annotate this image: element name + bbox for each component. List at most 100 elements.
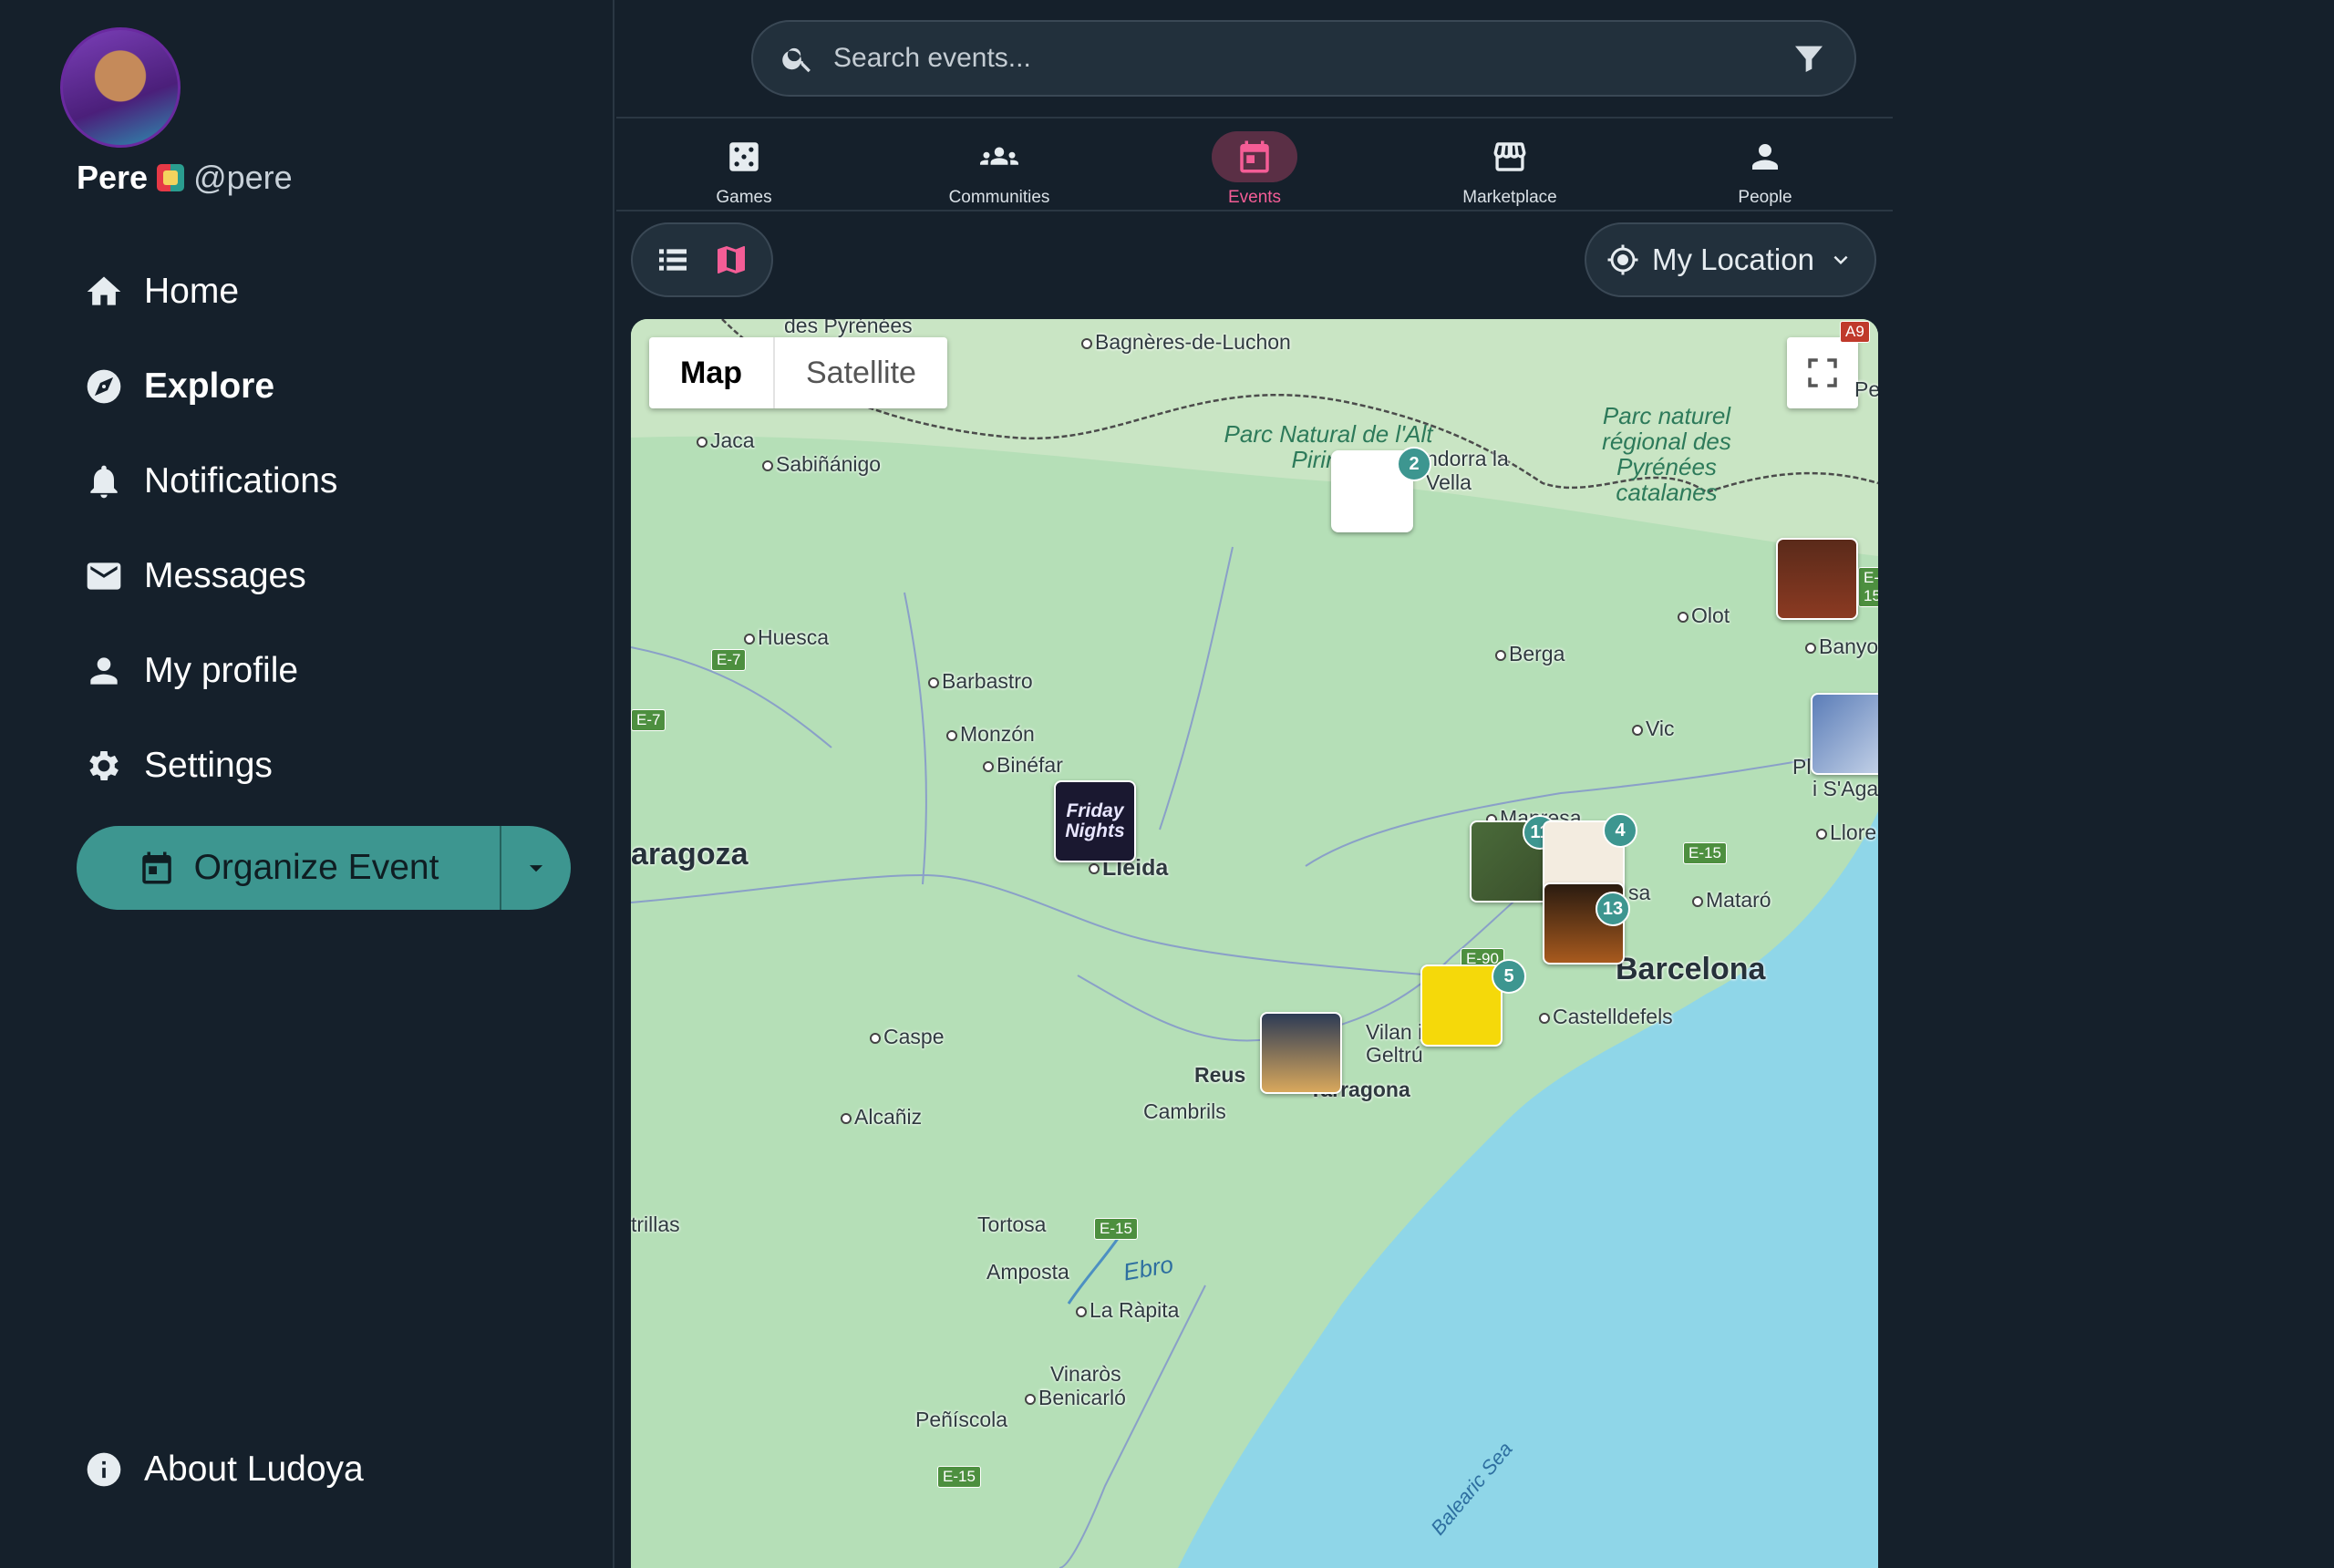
map-label: Binéfar [983, 753, 1063, 778]
sidebar-item-label: Explore [144, 366, 275, 406]
map-label: aragoza [631, 837, 749, 872]
search-bar [751, 20, 1856, 97]
profile-name: Pere [77, 159, 149, 196]
sidebar: Pere @pere Home Explore Notifications Me… [0, 0, 614, 1568]
fullscreen-icon [1808, 358, 1837, 387]
tab-games[interactable]: Games [653, 119, 835, 210]
map-label: Caspe [870, 1025, 944, 1049]
map-view-button[interactable] [706, 234, 757, 285]
map-label: Amposta [986, 1260, 1069, 1284]
map-label: Sabiñánigo [762, 452, 881, 477]
map-label: Jaca [697, 428, 755, 453]
location-select[interactable]: My Location [1585, 222, 1876, 297]
event-marker[interactable] [1776, 538, 1858, 620]
main-content: Games Communities Events Marketplace Peo… [616, 0, 1893, 1568]
map-label: Alcañiz [841, 1105, 922, 1130]
map-label: Monzón [946, 722, 1035, 747]
road-shield: E-15 [1683, 842, 1727, 864]
road-shield: E-15 [1094, 1218, 1138, 1240]
caret-down-icon [529, 865, 543, 872]
tab-label: Games [716, 188, 772, 207]
event-marker[interactable] [1811, 693, 1878, 775]
tab-communities[interactable]: Communities [908, 119, 1090, 210]
road-shield: E-15 [1858, 567, 1878, 607]
compass-icon [84, 366, 124, 407]
map-label: Barbastro [928, 669, 1033, 694]
map-label: Olot [1678, 603, 1730, 628]
cluster-count: 5 [1492, 959, 1526, 994]
tab-people[interactable]: People [1674, 119, 1856, 210]
filter-icon[interactable] [1791, 40, 1827, 77]
tab-marketplace[interactable]: Marketplace [1419, 119, 1601, 210]
cluster-count: 13 [1596, 892, 1630, 926]
flag-icon [157, 164, 185, 191]
sidebar-item-settings[interactable]: Settings [84, 718, 337, 813]
map-label: Mataró [1692, 888, 1771, 913]
sidebar-item-notifications[interactable]: Notifications [84, 434, 337, 529]
event-marker[interactable]: Friday Nights [1054, 780, 1136, 862]
avatar[interactable] [60, 27, 181, 148]
cluster-count: 2 [1397, 447, 1431, 481]
sidebar-item-my-profile[interactable]: My profile [84, 624, 337, 718]
map-type-map-button[interactable]: Map [649, 337, 775, 408]
organize-event-button[interactable]: Organize Event [77, 826, 500, 910]
group-icon [980, 147, 1018, 165]
sidebar-item-messages[interactable]: Messages [84, 529, 337, 624]
profile-handle: @pere [193, 159, 293, 196]
view-toggle [631, 222, 773, 297]
map-label: Pl [1792, 755, 1812, 779]
about-link[interactable]: About Ludoya [84, 1449, 364, 1490]
crosshair-icon [1607, 244, 1638, 275]
map-label: Barcelona [1616, 952, 1766, 986]
store-icon [1493, 142, 1526, 171]
person-icon [1752, 144, 1778, 170]
sidebar-nav: Home Explore Notifications Messages My p… [84, 244, 337, 813]
map-label: Peñíscola [915, 1408, 1008, 1431]
road-shield: E-7 [631, 709, 666, 731]
organize-event-label: Organize Event [193, 848, 439, 887]
search-icon [782, 47, 811, 73]
organize-event-split-button: Organize Event [77, 826, 571, 910]
map-label: Banyol [1805, 634, 1878, 659]
list-view-button[interactable] [647, 234, 698, 285]
map-type-satellite-button[interactable]: Satellite [775, 337, 947, 408]
location-label: My Location [1652, 242, 1814, 276]
map-label: Huesca [744, 625, 829, 650]
organize-event-dropdown[interactable] [501, 826, 571, 910]
road-shield: E-7 [711, 649, 747, 671]
calendar-icon [141, 851, 171, 884]
tab-events[interactable]: Events [1163, 119, 1346, 210]
sidebar-item-explore[interactable]: Explore [84, 339, 337, 434]
sidebar-item-label: Home [144, 272, 240, 311]
road-shield: A9 [1840, 321, 1870, 343]
tab-label: People [1738, 188, 1792, 207]
map-label: Castelldefels [1539, 1005, 1673, 1029]
cluster-count: 4 [1603, 813, 1637, 848]
map-label: des Pyrénées [784, 319, 913, 337]
bell-icon [84, 461, 124, 501]
park-label: Parc naturel régional des Pyrénées catal… [1602, 402, 1731, 506]
sidebar-item-home[interactable]: Home [84, 244, 337, 339]
map-label: Cambrils [1143, 1099, 1226, 1123]
sidebar-item-label: Messages [144, 556, 306, 595]
map-label: Benicarló [1025, 1386, 1126, 1410]
fullscreen-button[interactable] [1787, 337, 1858, 408]
search-input[interactable] [833, 43, 1791, 74]
info-icon [87, 1452, 121, 1487]
event-marker[interactable] [1260, 1012, 1342, 1094]
map-type-control: Map Satellite [649, 337, 947, 408]
calendar-icon [1240, 140, 1269, 173]
person-icon [84, 651, 124, 691]
sidebar-item-label: My profile [144, 651, 299, 690]
tab-label: Communities [948, 188, 1050, 207]
dice-icon [729, 142, 759, 171]
event-marker[interactable] [1420, 965, 1503, 1047]
map-icon [718, 246, 745, 273]
category-tabs: Games Communities Events Marketplace Peo… [616, 119, 1893, 211]
map-label: Vic [1632, 717, 1675, 741]
events-map[interactable]: Map Satellite des Pyrénées Bagnères-de-L… [631, 319, 1878, 1568]
map-label: Bagnères-de-Luchon [1081, 330, 1291, 355]
map-label: ndorra la Vella [1426, 447, 1509, 494]
about-label: About Ludoya [144, 1449, 364, 1489]
tab-label: Events [1227, 188, 1282, 207]
